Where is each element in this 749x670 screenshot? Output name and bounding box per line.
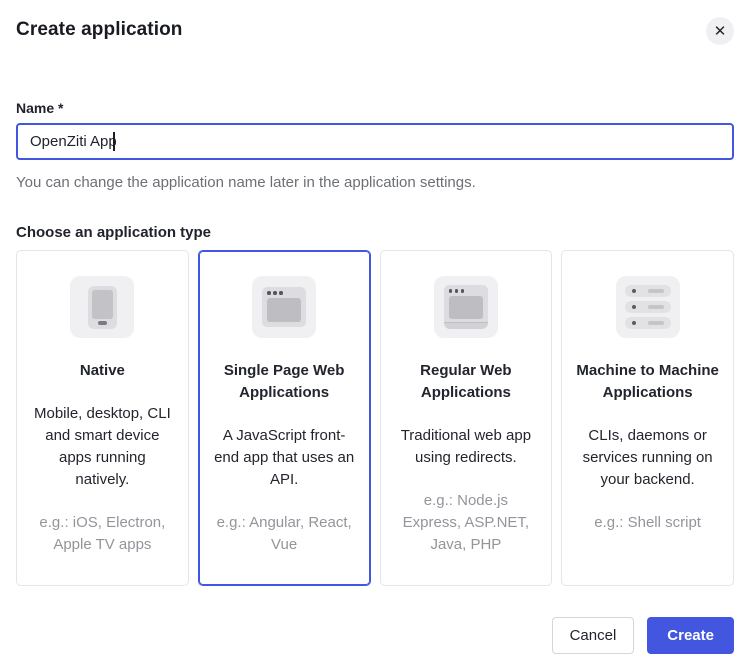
card-regular-web[interactable]: Regular Web Applications Traditional web…: [380, 250, 553, 586]
card-native[interactable]: Native Mobile, desktop, CLI and smart de…: [16, 250, 189, 586]
card-single-page-web[interactable]: Single Page Web Applications A JavaScrip…: [198, 250, 371, 586]
server-stack-icon: [616, 276, 680, 338]
card-title: Machine to Machine Applications: [576, 360, 719, 404]
web-server-window-icon: [434, 276, 498, 338]
card-title: Regular Web Applications: [395, 360, 538, 404]
required-asterisk: *: [58, 100, 63, 116]
application-type-label: Choose an application type: [16, 224, 734, 241]
create-application-modal: Create application ✕ Name * You can chan…: [0, 0, 749, 670]
card-examples: e.g.: Node.js Express, ASP.NET, Java, PH…: [395, 490, 538, 556]
create-button[interactable]: Create: [647, 617, 734, 654]
browser-window-icon: [252, 276, 316, 338]
page-title: Create application: [16, 18, 183, 42]
name-input-wrapper: [16, 123, 734, 160]
card-description: Traditional web app using redirects.: [395, 425, 538, 469]
close-icon: ✕: [714, 22, 727, 40]
modal-footer: Cancel Create: [16, 617, 734, 654]
modal-header: Create application ✕: [16, 18, 734, 45]
application-type-cards: Native Mobile, desktop, CLI and smart de…: [16, 250, 734, 586]
application-name-input[interactable]: [16, 123, 734, 160]
card-examples: e.g.: iOS, Electron, Apple TV apps: [31, 512, 174, 556]
cancel-button[interactable]: Cancel: [552, 617, 635, 654]
mobile-phone-icon: [70, 276, 134, 338]
card-examples: e.g.: Angular, React, Vue: [213, 512, 356, 556]
card-machine-to-machine[interactable]: Machine to Machine Applications CLIs, da…: [561, 250, 734, 586]
card-title: Native: [31, 360, 174, 382]
name-field-label: Name *: [16, 100, 734, 116]
close-button[interactable]: ✕: [706, 17, 734, 45]
card-title: Single Page Web Applications: [213, 360, 356, 404]
card-description: Mobile, desktop, CLI and smart device ap…: [31, 403, 174, 491]
name-help-text: You can change the application name late…: [16, 173, 734, 193]
card-examples: e.g.: Shell script: [576, 512, 719, 534]
card-description: CLIs, daemons or services running on you…: [576, 425, 719, 491]
card-description: A JavaScript front-end app that uses an …: [213, 425, 356, 491]
